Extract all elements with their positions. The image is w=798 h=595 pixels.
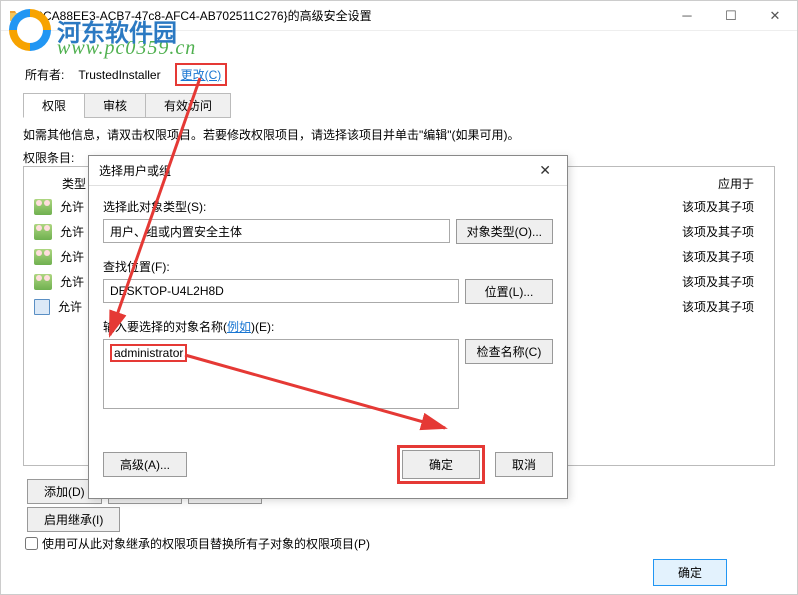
entries-label: 权限条目: [23,149,74,166]
owner-row: 所有者: TrustedInstaller 更改(C) [25,63,227,86]
replace-inherit-row: 使用可从此对象继承的权限项目替换所有子对象的权限项目(P) [25,535,370,552]
tabs: 权限 审核 有效访问 [23,93,230,118]
hint-text: 如需其他信息，请双击权限项目。若要修改权限项目，请选择该项目并单击"编辑"(如果… [23,126,520,143]
check-names-button[interactable]: 检查名称(C) [465,339,553,364]
change-owner-link[interactable]: 更改(C) [175,63,228,86]
maximize-button[interactable]: ☐ [709,1,753,31]
tab-permissions[interactable]: 权限 [23,93,85,118]
owner-name: TrustedInstaller [78,68,160,82]
select-user-dialog: 选择用户或组 ✕ 选择此对象类型(S): 对象类型(O)... 查找位置(F):… [88,155,568,499]
advanced-button[interactable]: 高级(A)... [103,452,187,477]
dialog-footer: 高级(A)... 确定 取消 [89,435,567,498]
enable-inherit-button[interactable]: 启用继承(I) [27,507,120,532]
object-type-label: 选择此对象类型(S): [103,198,553,215]
file-icon [34,299,50,315]
ok-highlight: 确定 [397,445,485,484]
dialog-cancel-button[interactable]: 取消 [495,452,553,477]
users-icon [34,274,52,290]
users-icon [34,224,52,240]
object-name-field[interactable]: administrator [103,339,459,409]
logo-text: 河东软件园 [57,13,177,48]
dialog-title: 选择用户或组 [99,162,171,179]
object-name-label: 输入要选择的对象名称(例如)(E): [103,318,553,335]
dialog-body: 选择此对象类型(S): 对象类型(O)... 查找位置(F): 位置(L)...… [89,186,567,435]
dialog-close-button[interactable]: ✕ [533,162,557,179]
location-button[interactable]: 位置(L)... [465,279,553,304]
replace-inherit-checkbox[interactable] [25,537,38,550]
dialog-ok-button[interactable]: 确定 [402,450,480,479]
tab-effective[interactable]: 有效访问 [145,93,231,118]
button-row-2: 启用继承(I) [27,507,120,532]
main-ok-button[interactable]: 确定 [653,559,727,586]
window-controls: ─ ☐ ✕ [665,1,797,31]
logo-icon [9,9,51,51]
site-logo: 河东软件园 [9,9,177,51]
dialog-titlebar: 选择用户或组 ✕ [89,156,567,186]
location-label: 查找位置(F): [103,258,553,275]
close-button[interactable]: ✕ [753,1,797,31]
users-icon [34,249,52,265]
example-link[interactable]: 例如 [227,320,251,334]
col-applyto: 应用于 [718,175,754,192]
replace-inherit-label: 使用可从此对象继承的权限项目替换所有子对象的权限项目(P) [42,535,370,552]
tab-audit[interactable]: 审核 [84,93,146,118]
object-type-field[interactable] [103,219,450,243]
owner-label: 所有者: [25,66,64,83]
object-type-button[interactable]: 对象类型(O)... [456,219,553,244]
users-icon [34,199,52,215]
location-field[interactable] [103,279,459,303]
minimize-button[interactable]: ─ [665,1,709,31]
